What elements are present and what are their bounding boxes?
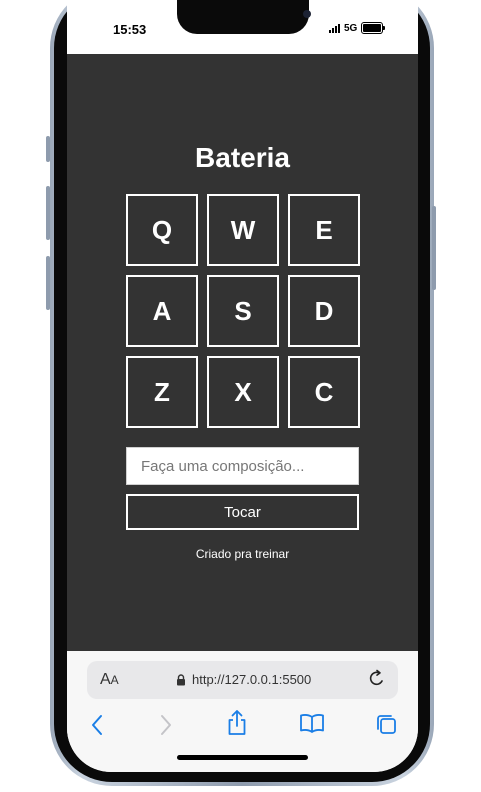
status-time: 15:53 bbox=[113, 22, 147, 37]
drum-pad-q[interactable]: Q bbox=[126, 194, 198, 266]
drum-pad-d[interactable]: D bbox=[288, 275, 360, 347]
mute-switch bbox=[46, 136, 50, 162]
reload-icon[interactable] bbox=[367, 669, 387, 691]
page-title: Bateria bbox=[195, 142, 290, 173]
signal-icon bbox=[329, 23, 340, 33]
drum-pad-s[interactable]: S bbox=[207, 275, 279, 347]
address-bar[interactable]: AA http://127.0.0.1:5500 bbox=[87, 661, 398, 699]
status-bar: 15:53 5G bbox=[67, 0, 418, 54]
credit-text: Criado pra treinar bbox=[195, 547, 290, 561]
composition-input[interactable] bbox=[126, 447, 359, 485]
home-indicator bbox=[177, 755, 308, 760]
share-icon[interactable] bbox=[226, 709, 248, 737]
camera-icon bbox=[303, 10, 311, 18]
phone-screen: 15:53 5G Bateria Q W E A S D Z X C Tocar… bbox=[67, 0, 418, 772]
power-button bbox=[432, 206, 436, 290]
drum-pad-x[interactable]: X bbox=[207, 356, 279, 428]
drum-pad-a[interactable]: A bbox=[126, 275, 198, 347]
text-size-button[interactable]: AA bbox=[100, 671, 119, 689]
drum-pad-z[interactable]: Z bbox=[126, 356, 198, 428]
network-label: 5G bbox=[344, 22, 358, 34]
url-text: http://127.0.0.1:5500 bbox=[192, 672, 312, 687]
browser-toolbar bbox=[67, 709, 418, 743]
volume-down-button bbox=[46, 256, 50, 310]
notch bbox=[177, 0, 311, 34]
web-content: Bateria Q W E A S D Z X C Tocar Criado p… bbox=[67, 54, 418, 651]
lock-icon bbox=[177, 674, 185, 686]
drum-pad-c[interactable]: C bbox=[288, 356, 360, 428]
drum-pad-grid: Q W E A S D Z X C bbox=[126, 194, 360, 428]
browser-bottom-bar: AA http://127.0.0.1:5500 bbox=[67, 651, 418, 772]
drum-pad-w[interactable]: W bbox=[207, 194, 279, 266]
battery-icon bbox=[361, 22, 386, 34]
drum-pad-e[interactable]: E bbox=[288, 194, 360, 266]
play-button[interactable]: Tocar bbox=[126, 494, 359, 530]
text-size-small: A bbox=[110, 673, 119, 687]
volume-up-button bbox=[46, 186, 50, 240]
forward-icon[interactable] bbox=[158, 713, 174, 737]
back-icon[interactable] bbox=[89, 713, 105, 737]
tabs-icon[interactable] bbox=[374, 713, 398, 737]
text-size-big: A bbox=[100, 671, 111, 688]
bookmarks-icon[interactable] bbox=[299, 713, 325, 735]
status-indicators: 5G bbox=[329, 22, 386, 34]
